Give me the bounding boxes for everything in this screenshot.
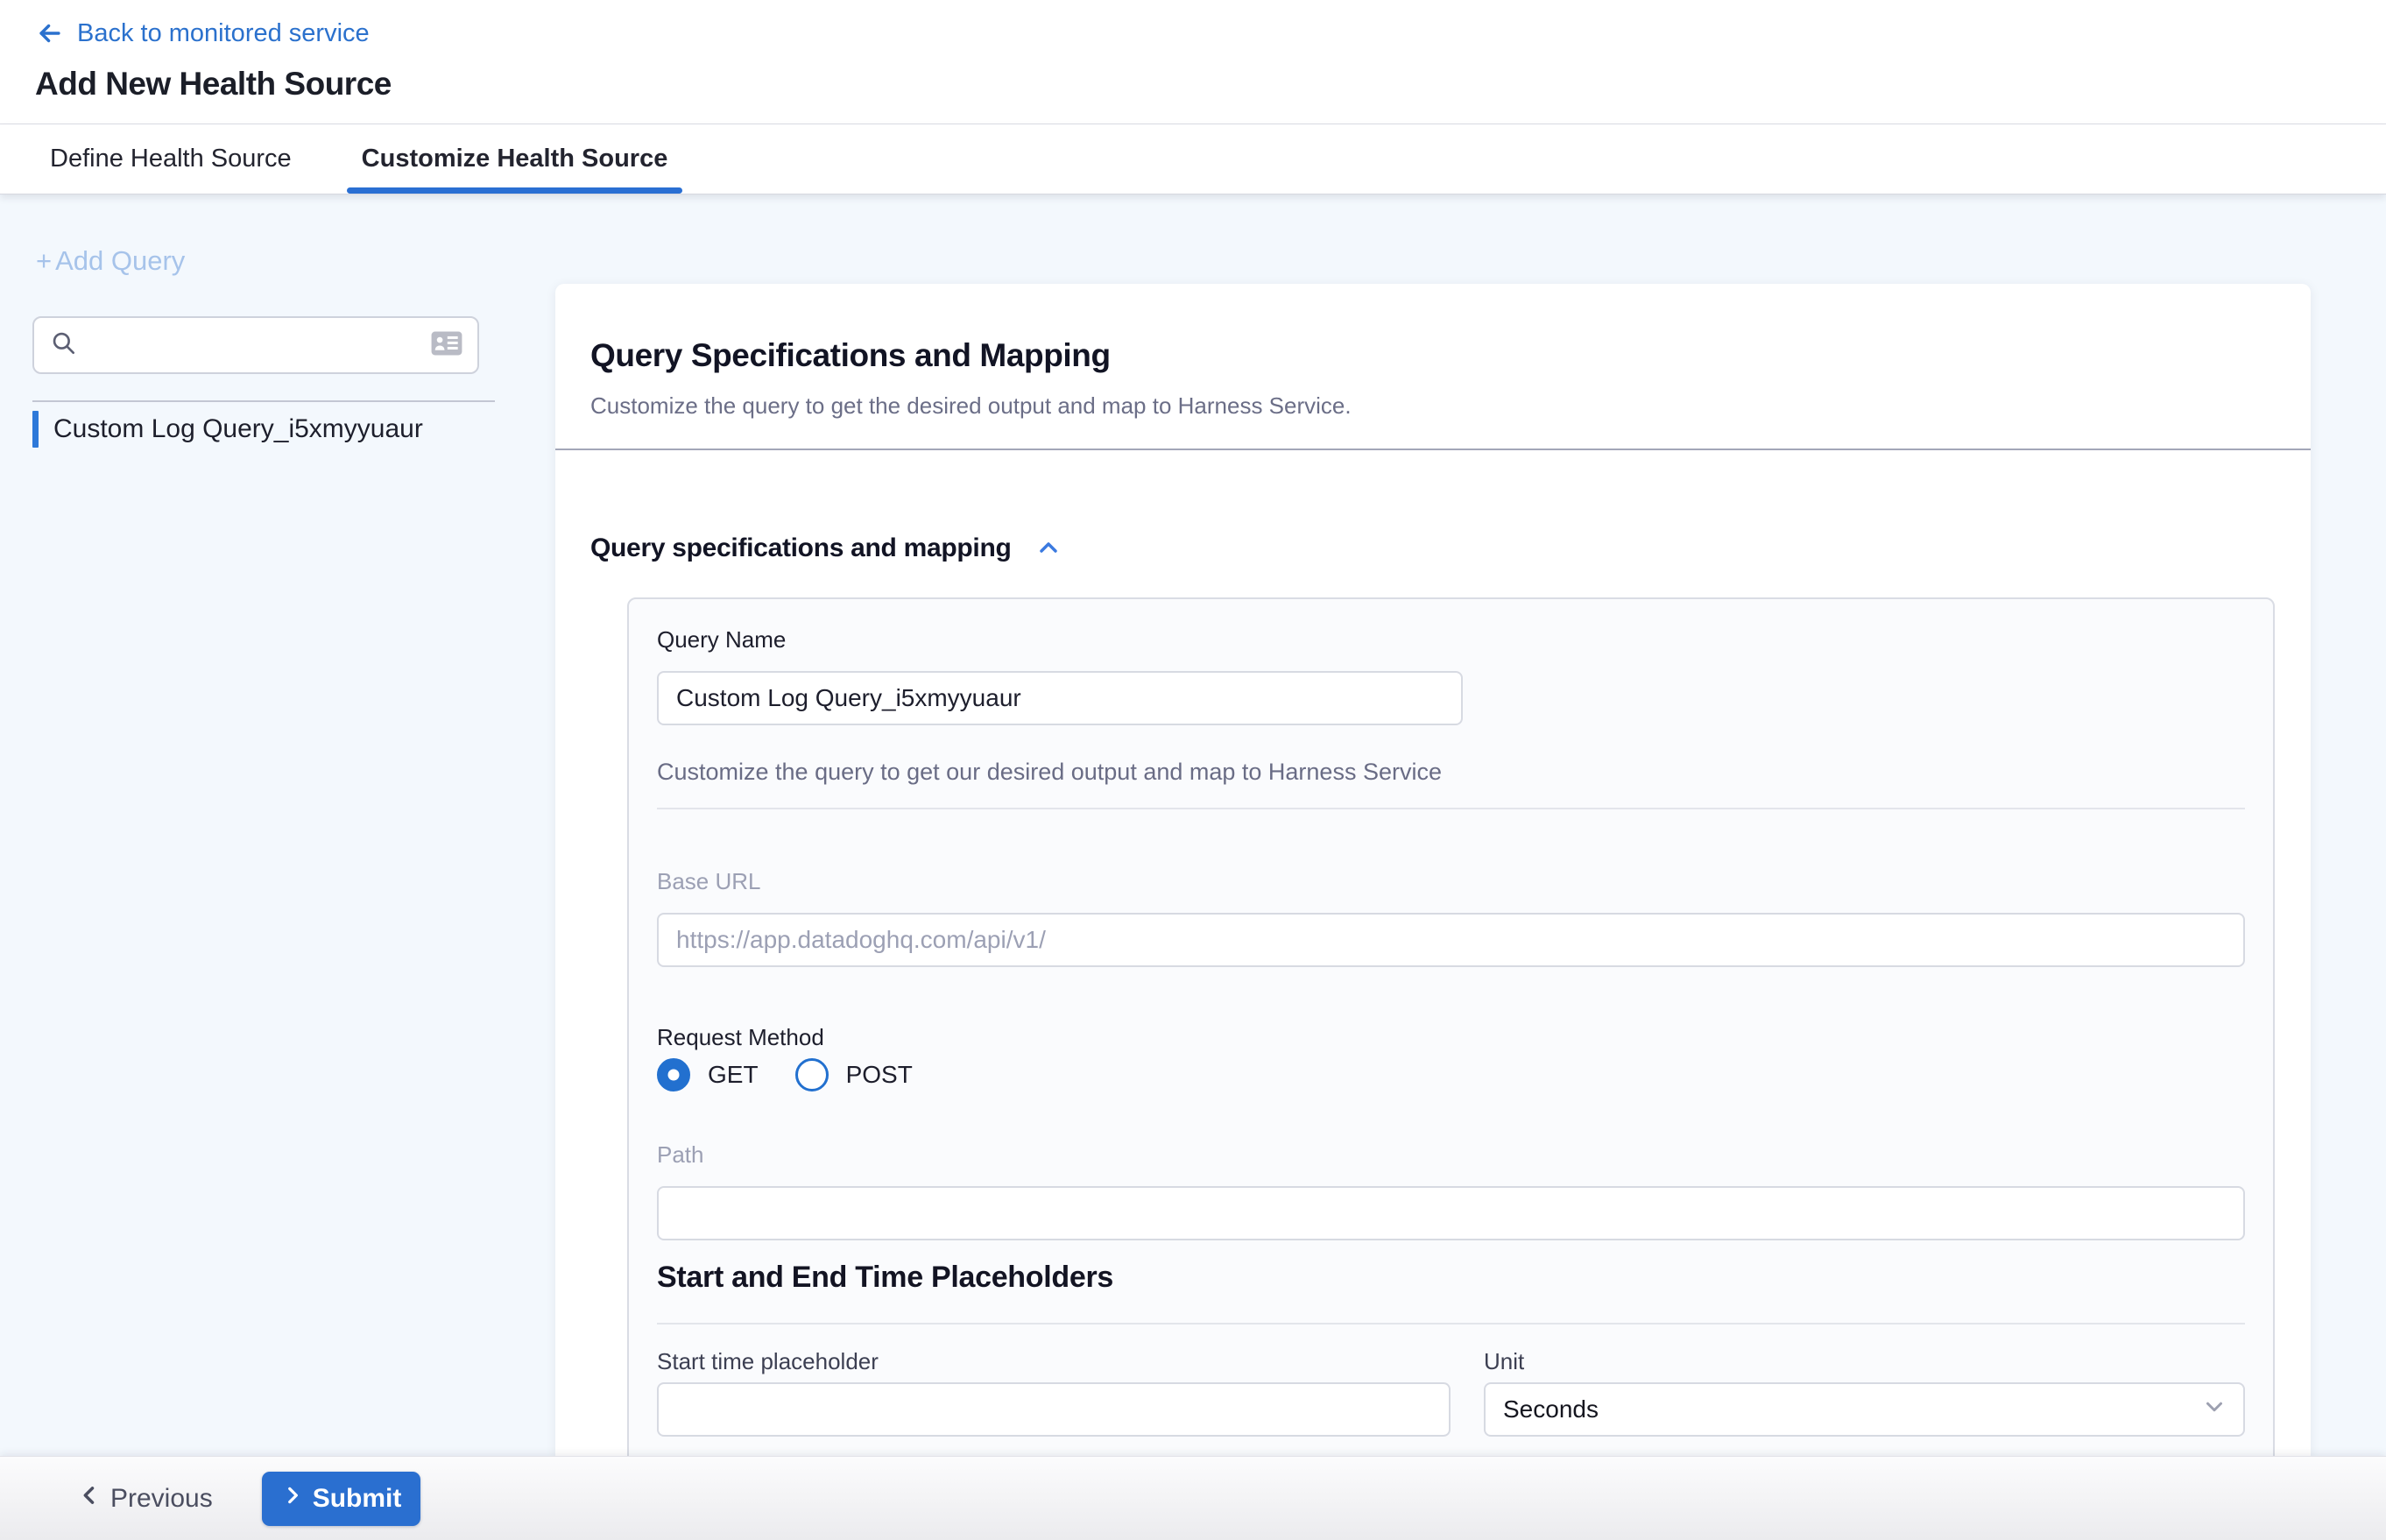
radio-icon-get [657,1058,690,1091]
search-icon [50,329,78,362]
query-name-help: Customize the query to get our desired o… [657,757,2245,787]
query-name-label: Query Name [657,625,2245,653]
arrow-left-icon [35,18,65,48]
time-fields-row: Start time placeholder Unit Seconds [657,1347,2245,1437]
unit-field: Unit Seconds [1484,1347,2245,1437]
active-tab-indicator [347,187,683,194]
query-list-item[interactable]: Custom Log Query_i5xmyyuaur [32,407,495,451]
radio-label-get: GET [708,1061,759,1089]
back-link-label: Back to monitored service [77,18,370,49]
radio-option-post[interactable]: POST [795,1058,913,1091]
page-header: Back to monitored service Add New Health… [0,0,2386,124]
request-method-label: Request Method [657,1023,2245,1051]
tab-define-health-source[interactable]: Define Health Source [35,124,307,194]
query-name-input[interactable] [657,671,1463,725]
previous-button[interactable]: Previous [77,1483,213,1515]
path-input[interactable] [657,1186,2245,1240]
footer-bar: Previous Submit [0,1456,2386,1540]
panel-header: Query Specifications and Mapping Customi… [555,284,2311,450]
tab-customize-health-source[interactable]: Customize Health Source [347,124,683,194]
previous-button-label: Previous [110,1484,213,1514]
query-search [32,316,479,374]
path-label: Path [657,1141,2245,1169]
submit-button-label: Submit [313,1484,402,1514]
base-url-input [657,913,2245,967]
query-form-panel: Query Name Customize the query to get ou… [627,597,2275,1456]
radio-icon-post [795,1058,829,1091]
unit-select-value: Seconds [1503,1395,1599,1423]
base-url-label: Base URL [657,867,2245,895]
tab-label: Customize Health Source [362,145,668,173]
unit-select[interactable]: Seconds [1484,1382,2245,1437]
add-query-label: Add Query [55,245,185,277]
time-placeholders-heading: Start and End Time Placeholders [657,1258,2245,1296]
chevron-up-icon [1034,533,1062,564]
query-search-input[interactable] [90,331,430,359]
chevron-down-icon [2201,1394,2227,1426]
start-time-input[interactable] [657,1382,1451,1437]
unit-label: Unit [1484,1347,2245,1375]
back-link[interactable]: Back to monitored service [35,18,370,49]
add-query-button[interactable]: + Add Query [36,245,185,277]
form-divider [657,808,2245,809]
selected-query-indicator [32,411,39,448]
panel-title: Query Specifications and Mapping [590,336,2276,375]
start-time-field: Start time placeholder [657,1347,1451,1437]
query-list: Custom Log Query_i5xmyyuaur [32,407,495,451]
contact-card-icon [430,328,463,363]
section-heading: Query specifications and mapping [590,533,1012,564]
tab-bar: Define Health Source Customize Health So… [0,124,2386,194]
chevron-left-icon [77,1483,102,1515]
query-item-label: Custom Log Query_i5xmyyuaur [53,414,423,444]
sidebar-divider [32,400,495,402]
query-sidebar: + Add Query [0,194,555,1456]
chevron-right-icon [281,1484,304,1514]
section-divider [657,1323,2245,1325]
content-area: + Add Query [0,194,2386,1456]
start-time-label: Start time placeholder [657,1347,1451,1375]
plus-icon: + [36,245,52,277]
page: Back to monitored service Add New Health… [0,0,2386,1540]
request-method-group: GET POST [657,1058,2245,1091]
panel-subtitle: Customize the query to get the desired o… [590,392,2276,419]
section-toggle[interactable]: Query specifications and mapping [590,533,2276,564]
submit-button[interactable]: Submit [262,1472,421,1526]
page-title: Add New Health Source [35,65,2351,103]
radio-option-get[interactable]: GET [657,1058,759,1091]
main-panel: Query Specifications and Mapping Customi… [555,284,2311,1456]
radio-label-post: POST [846,1061,913,1089]
